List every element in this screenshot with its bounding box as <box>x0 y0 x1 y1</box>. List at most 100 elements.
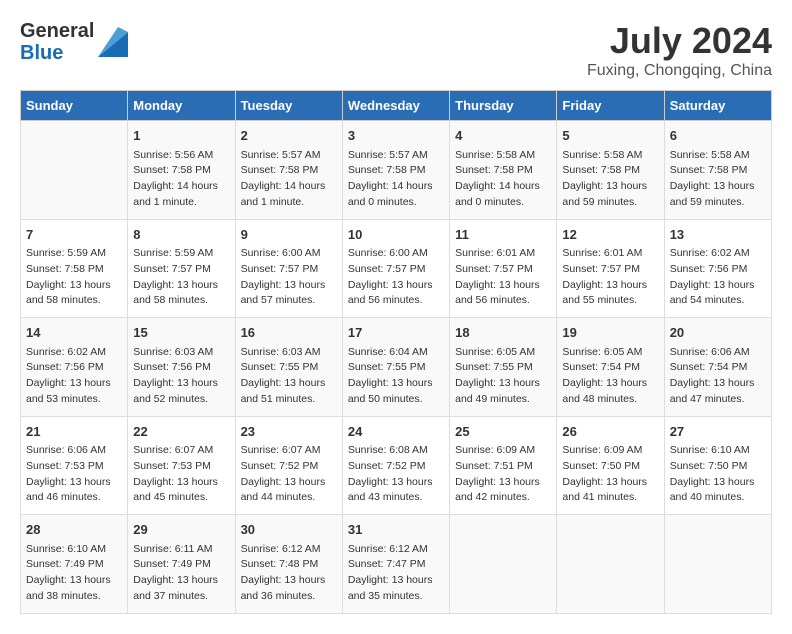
day-info: Sunrise: 6:01 AMSunset: 7:57 PMDaylight:… <box>562 246 658 309</box>
day-info: Sunrise: 6:10 AMSunset: 7:49 PMDaylight:… <box>26 542 122 605</box>
calendar-cell: 16Sunrise: 6:03 AMSunset: 7:55 PMDayligh… <box>235 318 342 417</box>
location: Fuxing, Chongqing, China <box>587 62 772 80</box>
col-wednesday: Wednesday <box>342 91 449 121</box>
calendar-cell: 7Sunrise: 5:59 AMSunset: 7:58 PMDaylight… <box>21 219 128 318</box>
day-info: Sunrise: 6:04 AMSunset: 7:55 PMDaylight:… <box>348 345 444 408</box>
day-info: Sunrise: 6:02 AMSunset: 7:56 PMDaylight:… <box>26 345 122 408</box>
day-number: 17 <box>348 323 444 343</box>
calendar-cell: 29Sunrise: 6:11 AMSunset: 7:49 PMDayligh… <box>128 515 235 614</box>
day-number: 21 <box>26 422 122 442</box>
logo: General Blue <box>20 20 128 64</box>
day-info: Sunrise: 5:58 AMSunset: 7:58 PMDaylight:… <box>562 148 658 211</box>
day-number: 24 <box>348 422 444 442</box>
calendar-cell: 26Sunrise: 6:09 AMSunset: 7:50 PMDayligh… <box>557 416 664 515</box>
day-info: Sunrise: 6:03 AMSunset: 7:56 PMDaylight:… <box>133 345 229 408</box>
day-number: 5 <box>562 126 658 146</box>
day-info: Sunrise: 5:59 AMSunset: 7:57 PMDaylight:… <box>133 246 229 309</box>
col-monday: Monday <box>128 91 235 121</box>
calendar-cell <box>450 515 557 614</box>
calendar-cell <box>664 515 771 614</box>
day-info: Sunrise: 6:09 AMSunset: 7:51 PMDaylight:… <box>455 443 551 506</box>
day-info: Sunrise: 6:11 AMSunset: 7:49 PMDaylight:… <box>133 542 229 605</box>
calendar-cell: 18Sunrise: 6:05 AMSunset: 7:55 PMDayligh… <box>450 318 557 417</box>
col-tuesday: Tuesday <box>235 91 342 121</box>
calendar-cell: 11Sunrise: 6:01 AMSunset: 7:57 PMDayligh… <box>450 219 557 318</box>
day-info: Sunrise: 6:00 AMSunset: 7:57 PMDaylight:… <box>348 246 444 309</box>
day-number: 12 <box>562 225 658 245</box>
day-number: 8 <box>133 225 229 245</box>
day-number: 13 <box>670 225 766 245</box>
day-info: Sunrise: 5:56 AMSunset: 7:58 PMDaylight:… <box>133 148 229 211</box>
day-number: 1 <box>133 126 229 146</box>
day-info: Sunrise: 6:03 AMSunset: 7:55 PMDaylight:… <box>241 345 337 408</box>
day-number: 19 <box>562 323 658 343</box>
day-info: Sunrise: 6:07 AMSunset: 7:52 PMDaylight:… <box>241 443 337 506</box>
calendar-cell: 17Sunrise: 6:04 AMSunset: 7:55 PMDayligh… <box>342 318 449 417</box>
calendar-cell: 13Sunrise: 6:02 AMSunset: 7:56 PMDayligh… <box>664 219 771 318</box>
title-block: July 2024 Fuxing, Chongqing, China <box>587 20 772 80</box>
calendar-cell: 25Sunrise: 6:09 AMSunset: 7:51 PMDayligh… <box>450 416 557 515</box>
calendar-cell: 2Sunrise: 5:57 AMSunset: 7:58 PMDaylight… <box>235 121 342 220</box>
day-info: Sunrise: 6:00 AMSunset: 7:57 PMDaylight:… <box>241 246 337 309</box>
day-number: 2 <box>241 126 337 146</box>
day-info: Sunrise: 5:57 AMSunset: 7:58 PMDaylight:… <box>241 148 337 211</box>
calendar-cell: 14Sunrise: 6:02 AMSunset: 7:56 PMDayligh… <box>21 318 128 417</box>
day-info: Sunrise: 6:08 AMSunset: 7:52 PMDaylight:… <box>348 443 444 506</box>
day-info: Sunrise: 6:05 AMSunset: 7:54 PMDaylight:… <box>562 345 658 408</box>
calendar-cell: 8Sunrise: 5:59 AMSunset: 7:57 PMDaylight… <box>128 219 235 318</box>
logo-general: General <box>20 20 94 42</box>
day-number: 16 <box>241 323 337 343</box>
logo-icon <box>98 27 128 57</box>
calendar-cell: 23Sunrise: 6:07 AMSunset: 7:52 PMDayligh… <box>235 416 342 515</box>
calendar-cell: 21Sunrise: 6:06 AMSunset: 7:53 PMDayligh… <box>21 416 128 515</box>
day-number: 10 <box>348 225 444 245</box>
day-info: Sunrise: 6:10 AMSunset: 7:50 PMDaylight:… <box>670 443 766 506</box>
day-info: Sunrise: 6:01 AMSunset: 7:57 PMDaylight:… <box>455 246 551 309</box>
calendar-header: Sunday Monday Tuesday Wednesday Thursday… <box>21 91 772 121</box>
day-number: 18 <box>455 323 551 343</box>
day-info: Sunrise: 6:12 AMSunset: 7:48 PMDaylight:… <box>241 542 337 605</box>
day-number: 6 <box>670 126 766 146</box>
calendar-cell: 22Sunrise: 6:07 AMSunset: 7:53 PMDayligh… <box>128 416 235 515</box>
day-info: Sunrise: 5:59 AMSunset: 7:58 PMDaylight:… <box>26 246 122 309</box>
calendar-body: 1Sunrise: 5:56 AMSunset: 7:58 PMDaylight… <box>21 121 772 614</box>
calendar-cell: 27Sunrise: 6:10 AMSunset: 7:50 PMDayligh… <box>664 416 771 515</box>
day-number: 3 <box>348 126 444 146</box>
page-header: General Blue July 2024 Fuxing, Chongqing… <box>20 20 772 80</box>
day-number: 25 <box>455 422 551 442</box>
calendar-cell: 10Sunrise: 6:00 AMSunset: 7:57 PMDayligh… <box>342 219 449 318</box>
col-friday: Friday <box>557 91 664 121</box>
day-info: Sunrise: 5:58 AMSunset: 7:58 PMDaylight:… <box>455 148 551 211</box>
calendar-cell <box>21 121 128 220</box>
calendar-week-4: 28Sunrise: 6:10 AMSunset: 7:49 PMDayligh… <box>21 515 772 614</box>
calendar-cell: 12Sunrise: 6:01 AMSunset: 7:57 PMDayligh… <box>557 219 664 318</box>
calendar-week-1: 7Sunrise: 5:59 AMSunset: 7:58 PMDaylight… <box>21 219 772 318</box>
day-number: 4 <box>455 126 551 146</box>
calendar-week-0: 1Sunrise: 5:56 AMSunset: 7:58 PMDaylight… <box>21 121 772 220</box>
day-info: Sunrise: 6:05 AMSunset: 7:55 PMDaylight:… <box>455 345 551 408</box>
calendar-cell: 28Sunrise: 6:10 AMSunset: 7:49 PMDayligh… <box>21 515 128 614</box>
calendar-cell: 6Sunrise: 5:58 AMSunset: 7:58 PMDaylight… <box>664 121 771 220</box>
day-info: Sunrise: 6:06 AMSunset: 7:53 PMDaylight:… <box>26 443 122 506</box>
calendar-cell <box>557 515 664 614</box>
calendar-cell: 31Sunrise: 6:12 AMSunset: 7:47 PMDayligh… <box>342 515 449 614</box>
calendar-cell: 4Sunrise: 5:58 AMSunset: 7:58 PMDaylight… <box>450 121 557 220</box>
calendar-cell: 9Sunrise: 6:00 AMSunset: 7:57 PMDaylight… <box>235 219 342 318</box>
day-number: 27 <box>670 422 766 442</box>
day-number: 26 <box>562 422 658 442</box>
calendar-cell: 5Sunrise: 5:58 AMSunset: 7:58 PMDaylight… <box>557 121 664 220</box>
day-info: Sunrise: 6:07 AMSunset: 7:53 PMDaylight:… <box>133 443 229 506</box>
col-sunday: Sunday <box>21 91 128 121</box>
day-info: Sunrise: 5:58 AMSunset: 7:58 PMDaylight:… <box>670 148 766 211</box>
calendar-cell: 15Sunrise: 6:03 AMSunset: 7:56 PMDayligh… <box>128 318 235 417</box>
day-info: Sunrise: 6:12 AMSunset: 7:47 PMDaylight:… <box>348 542 444 605</box>
month-year: July 2024 <box>587 20 772 62</box>
calendar-week-3: 21Sunrise: 6:06 AMSunset: 7:53 PMDayligh… <box>21 416 772 515</box>
day-number: 9 <box>241 225 337 245</box>
day-number: 29 <box>133 520 229 540</box>
day-number: 15 <box>133 323 229 343</box>
day-number: 28 <box>26 520 122 540</box>
calendar-cell: 24Sunrise: 6:08 AMSunset: 7:52 PMDayligh… <box>342 416 449 515</box>
calendar-cell: 1Sunrise: 5:56 AMSunset: 7:58 PMDaylight… <box>128 121 235 220</box>
day-number: 11 <box>455 225 551 245</box>
